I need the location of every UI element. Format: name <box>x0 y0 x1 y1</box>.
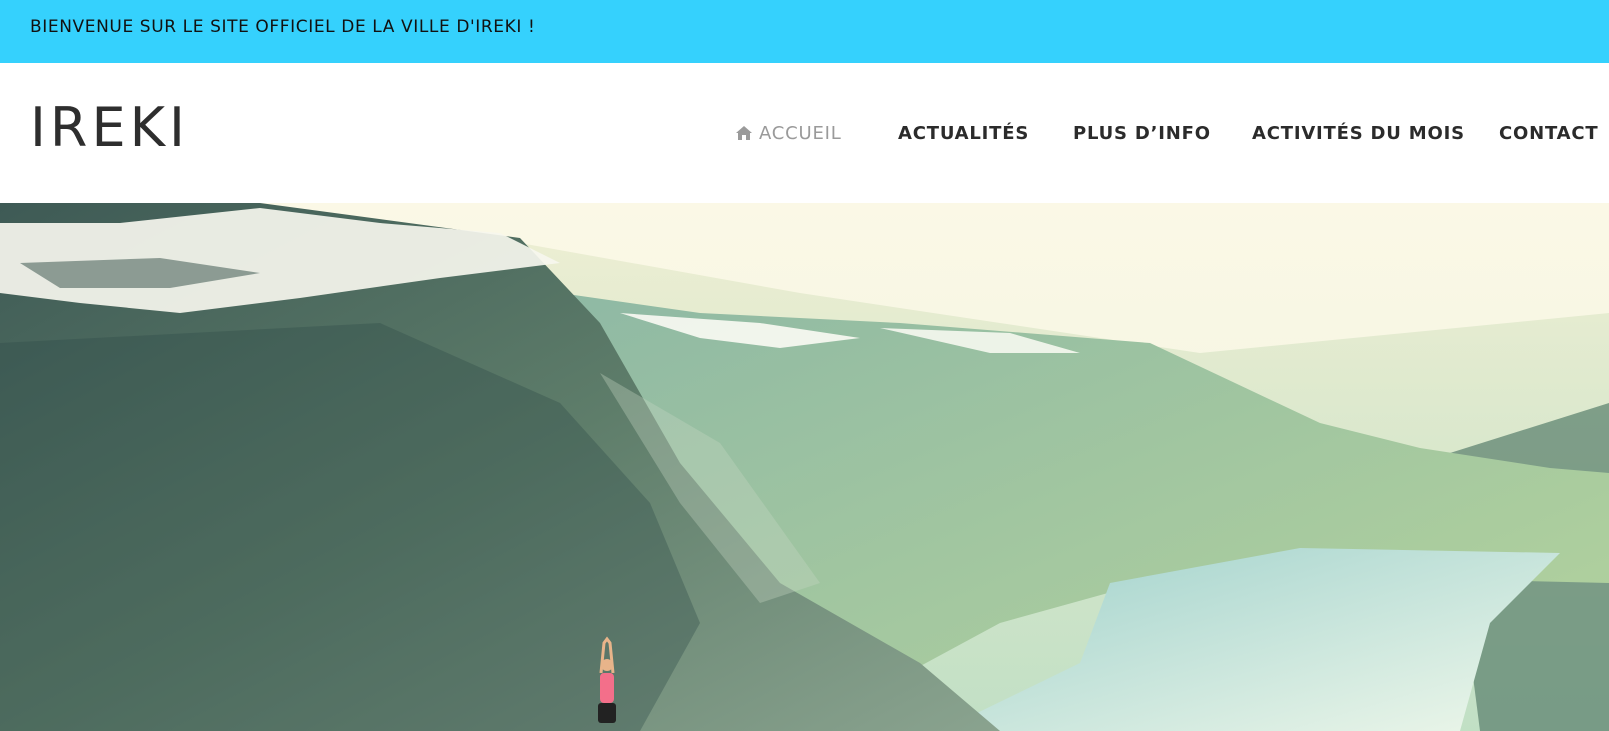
nav-item-label: CONTACT <box>1499 122 1599 144</box>
nav-item-label: ACTIVITÉS DU MOIS <box>1252 122 1465 144</box>
nav-item-accueil[interactable]: ACCUEIL <box>735 118 842 148</box>
home-icon <box>736 126 752 140</box>
nav-item-activites-du-mois[interactable]: ACTIVITÉS DU MOIS <box>1252 118 1465 148</box>
nav-item-plus-info[interactable]: PLUS D’INFO <box>1073 118 1211 148</box>
nav-item-label: PLUS D’INFO <box>1073 122 1211 144</box>
nav-item-label: ACTUALITÉS <box>898 122 1030 144</box>
mountain-landscape-image <box>0 203 1609 731</box>
nav-item-contact[interactable]: CONTACT <box>1499 118 1598 148</box>
site-header: IREKI ACCUEIL ACTUALITÉS PLUS D’INFO ACT… <box>0 63 1609 203</box>
nav-item-label: ACCUEIL <box>759 122 842 144</box>
announcement-banner: BIENVENUE SUR LE SITE OFFICIEL DE LA VIL… <box>0 0 1609 63</box>
main-nav: ACCUEIL ACTUALITÉS PLUS D’INFO ACTIVITÉS… <box>0 118 1609 148</box>
nav-item-actualites[interactable]: ACTUALITÉS <box>898 118 1029 148</box>
banner-text: BIENVENUE SUR LE SITE OFFICIEL DE LA VIL… <box>30 17 536 37</box>
hero-image <box>0 203 1609 731</box>
